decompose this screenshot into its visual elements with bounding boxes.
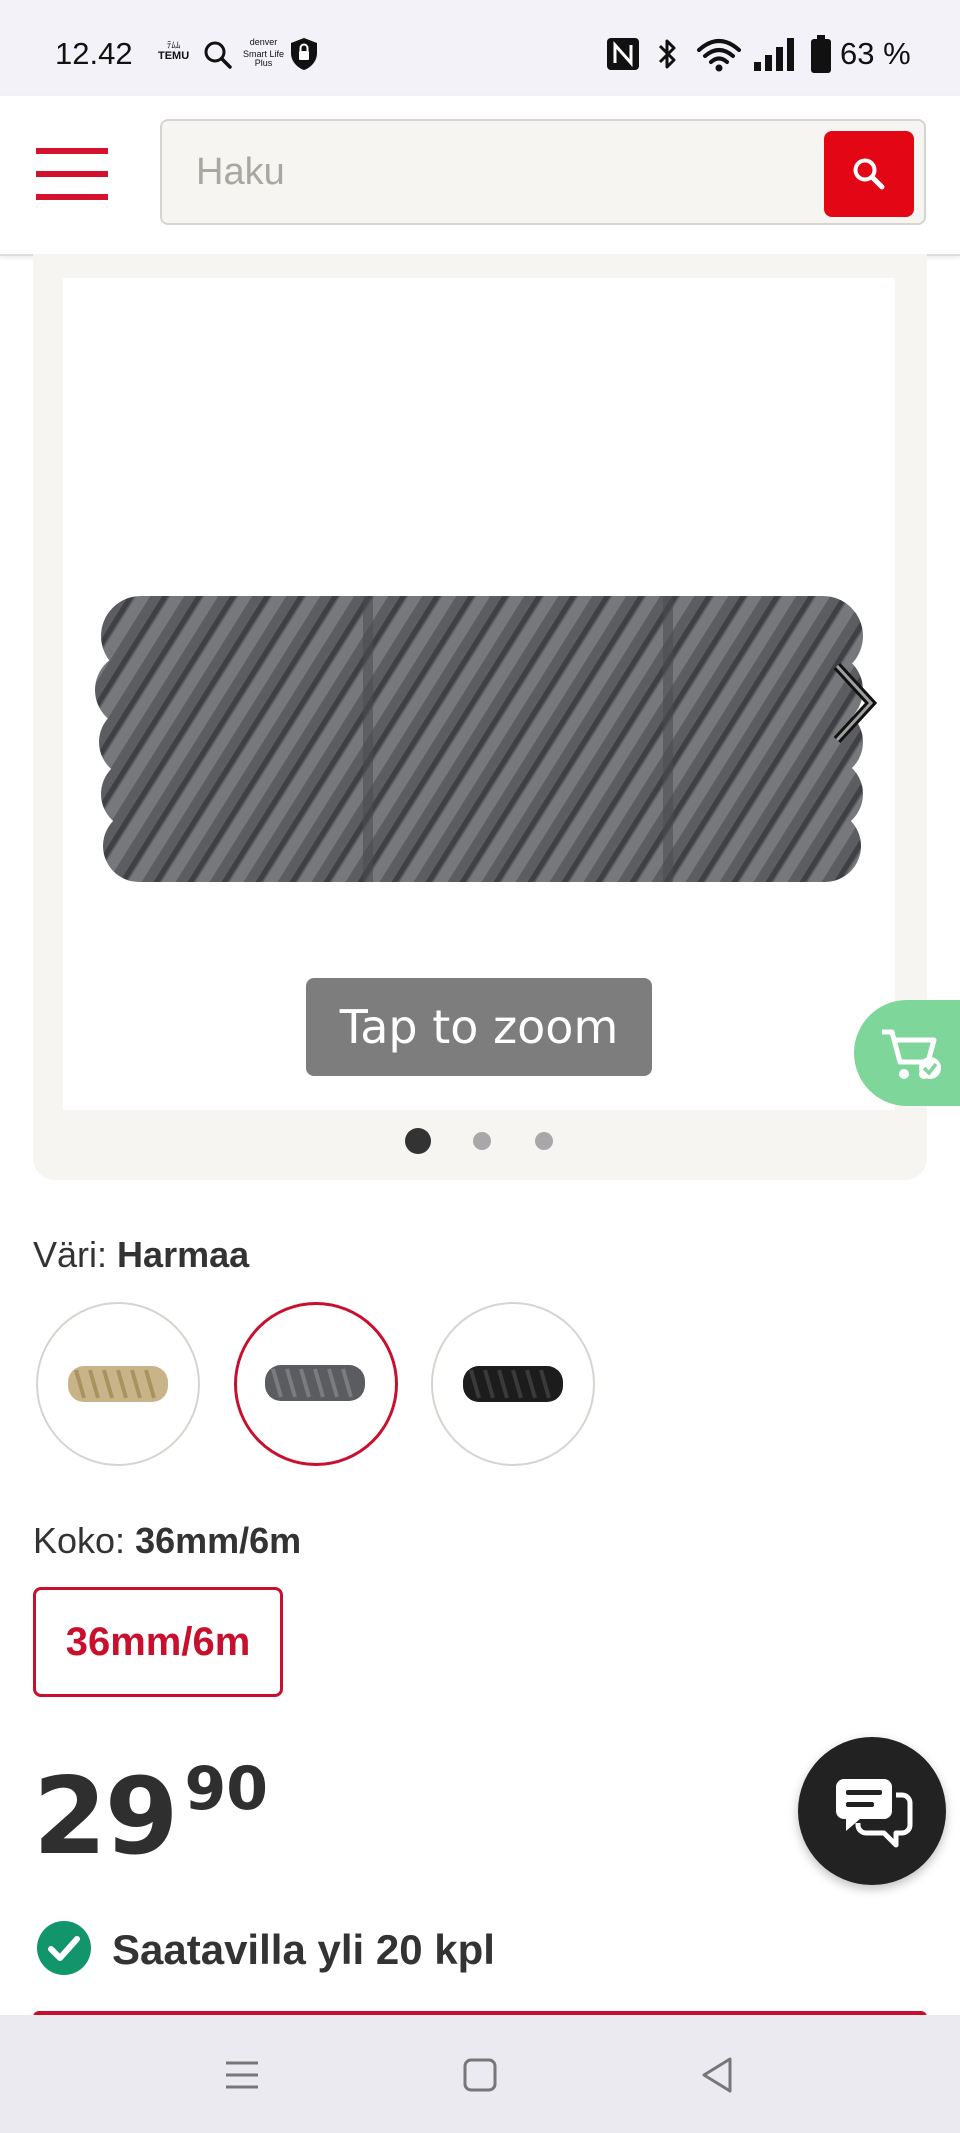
system-nav-bar [0, 2015, 960, 2133]
denver-label: denver [249, 37, 278, 47]
search-input[interactable] [196, 148, 796, 196]
status-bar: 12.42 ﾃﾑﾑ TEMU denver Smart Life Plus 63… [0, 0, 960, 96]
back-icon[interactable] [696, 2053, 740, 2097]
rope-thumbnail [68, 1366, 168, 1402]
rope-thumbnail [265, 1365, 365, 1401]
temu-icon: ﾃﾑﾑ TEMU [158, 40, 189, 62]
smart-life-line2: Plus [254, 58, 273, 68]
check-circle-icon [37, 1921, 91, 1975]
rope-thumbnail [463, 1366, 563, 1402]
pagination-dot[interactable] [405, 1128, 431, 1154]
size-option[interactable]: 36mm/6m [33, 1587, 283, 1697]
signal-icon [754, 38, 794, 71]
swatch-black[interactable] [431, 1302, 595, 1466]
tap-to-zoom-hint: Tap to zoom [306, 978, 652, 1076]
recent-apps-icon[interactable] [220, 2053, 264, 2097]
chat-icon [836, 1779, 913, 1848]
size-attribute: Koko: 36mm/6m [33, 1520, 301, 1562]
bluetooth-icon [658, 39, 676, 69]
search-box [160, 119, 926, 225]
pagination-dot[interactable] [535, 1132, 553, 1150]
product-gallery: Tap to zoom [33, 254, 927, 1180]
chevron-right-icon[interactable] [823, 658, 883, 748]
size-value: 36mm/6m [135, 1520, 302, 1561]
home-icon[interactable] [458, 2053, 502, 2097]
color-label: Väri: [33, 1234, 108, 1275]
status-time: 12.42 [55, 36, 133, 71]
color-attribute: Väri: Harmaa [33, 1234, 249, 1276]
menu-icon[interactable] [36, 148, 108, 200]
battery-percent: 63 % [840, 36, 911, 71]
swatch-beige[interactable] [36, 1302, 200, 1466]
cart-check-icon [882, 1029, 941, 1079]
color-value: Harmaa [117, 1234, 250, 1275]
price-integer: 29 [33, 1755, 179, 1878]
search-icon [204, 41, 232, 69]
shield-icon [291, 38, 317, 70]
site-header [0, 96, 960, 256]
swatch-grey[interactable] [234, 1302, 398, 1466]
search-icon [853, 158, 885, 190]
temu-label: TEMU [158, 50, 190, 62]
cart-button[interactable] [854, 1000, 960, 1106]
pagination-dot[interactable] [473, 1132, 491, 1150]
price: 29 90 [33, 1754, 268, 1872]
search-button[interactable] [824, 131, 914, 217]
denver-smart-life-icon: denver Smart Life Plus [243, 38, 284, 68]
chat-button[interactable] [798, 1737, 946, 1885]
battery-icon [811, 35, 831, 73]
wifi-icon [697, 39, 741, 72]
size-label: Koko: [33, 1520, 126, 1561]
price-decimals: 90 [184, 1754, 269, 1824]
availability-text: Saatavilla yli 20 kpl [112, 1926, 495, 1973]
gallery-pagination [33, 1124, 927, 1154]
product-image[interactable]: Tap to zoom [63, 278, 895, 1110]
nfc-icon [607, 38, 639, 70]
